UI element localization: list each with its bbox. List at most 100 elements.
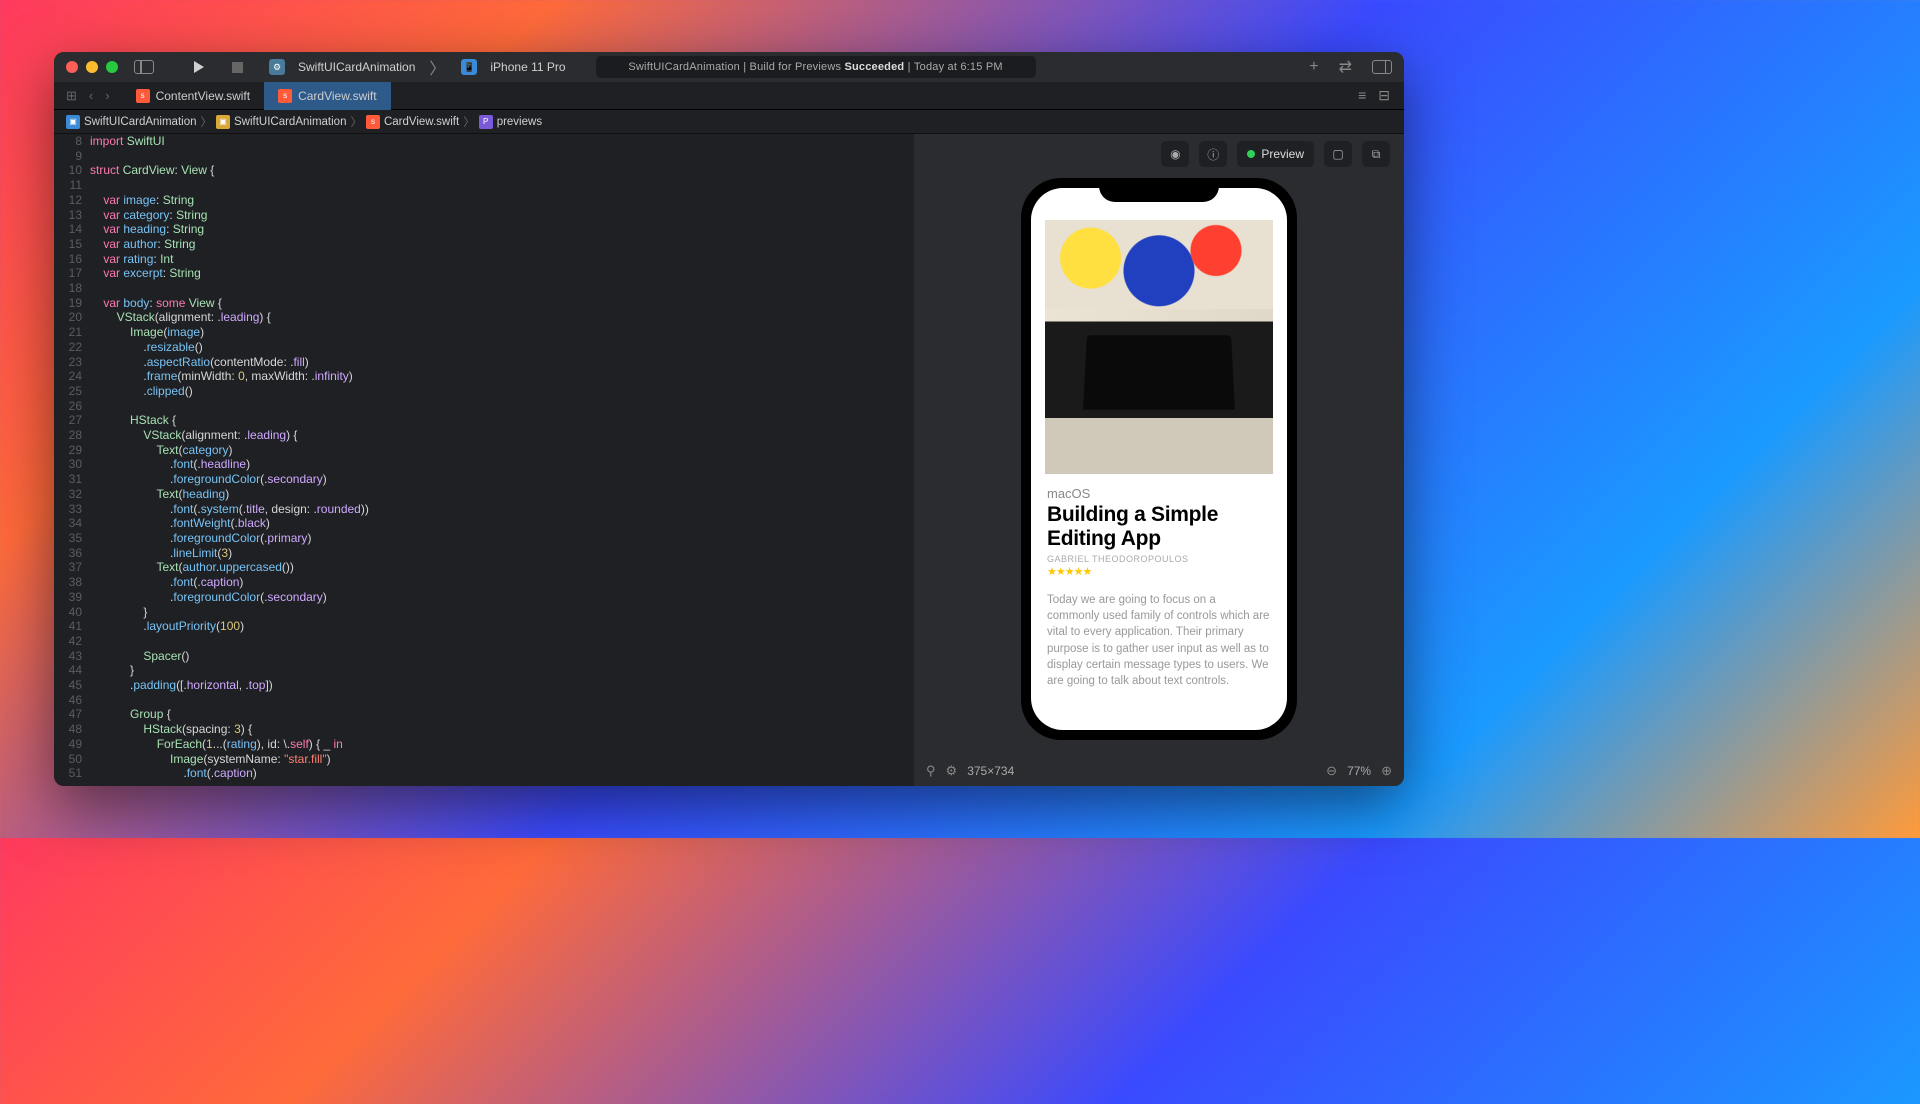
line-number: 18 [54, 281, 90, 296]
tab-contentview[interactable]: s ContentView.swift [122, 82, 265, 110]
code-line[interactable]: Group { [90, 707, 914, 722]
tab-cardview[interactable]: s CardView.swift [264, 82, 390, 110]
iphone-frame: macOS Building a Simple Editing App GABR… [1021, 178, 1297, 740]
breadcrumb-folder[interactable]: SwiftUICardAnimation [234, 116, 346, 128]
code-line[interactable]: var heading: String [90, 222, 914, 237]
breadcrumb-file[interactable]: CardView.swift [384, 116, 459, 128]
code-line[interactable]: .layoutPriority(100) [90, 619, 914, 634]
line-number: 19 [54, 296, 90, 311]
preview-panel: ◉ ⓘ Preview ▢ ⧉ macOS [914, 134, 1404, 786]
line-number: 13 [54, 208, 90, 223]
line-number: 46 [54, 693, 90, 708]
code-line[interactable]: } [90, 663, 914, 678]
run-button[interactable] [194, 61, 204, 73]
sidebar-toggle-icon[interactable] [134, 60, 154, 74]
zoom-in-icon[interactable]: ⊕ [1381, 763, 1392, 779]
add-icon[interactable]: + [1309, 58, 1318, 76]
code-line[interactable]: var rating: Int [90, 252, 914, 267]
card-rating-stars: ★★★★★ [1047, 565, 1271, 578]
code-line[interactable] [90, 693, 914, 708]
tab-label: ContentView.swift [156, 89, 251, 103]
code-line[interactable]: .font(.system(.title, design: .rounded)) [90, 502, 914, 517]
line-number: 45 [54, 678, 90, 693]
property-icon: P [479, 115, 493, 129]
code-line[interactable] [90, 149, 914, 164]
code-line[interactable]: .foregroundColor(.secondary) [90, 472, 914, 487]
code-line[interactable] [90, 634, 914, 649]
scheme-name[interactable]: SwiftUICardAnimation [298, 60, 415, 74]
code-line[interactable]: import SwiftUI [90, 134, 914, 149]
code-line[interactable]: var category: String [90, 208, 914, 223]
zoom-out-icon[interactable]: ⊖ [1326, 763, 1337, 779]
code-line[interactable]: .foregroundColor(.secondary) [90, 590, 914, 605]
code-line[interactable]: VStack(alignment: .leading) { [90, 310, 914, 325]
breadcrumb-project[interactable]: SwiftUICardAnimation [84, 116, 196, 128]
minimap-icon[interactable]: ≡ [1358, 87, 1366, 104]
device-icon: 📱 [461, 59, 477, 75]
code-line[interactable]: var image: String [90, 193, 914, 208]
adjust-editor-icon[interactable]: ⊟ [1378, 87, 1390, 104]
code-line[interactable]: Image(systemName: "star.fill") [90, 752, 914, 767]
breadcrumb-bar: ▣ SwiftUICardAnimation 〉 ▣ SwiftUICardAn… [54, 110, 1404, 134]
library-icon[interactable]: ⇄ [1339, 57, 1352, 77]
right-panel-toggle-icon[interactable] [1372, 60, 1392, 74]
duplicate-icon[interactable]: ⧉ [1362, 141, 1390, 167]
code-line[interactable]: .frame(minWidth: 0, maxWidth: .infinity) [90, 369, 914, 384]
line-number: 27 [54, 413, 90, 428]
code-line[interactable]: .font(.caption) [90, 766, 914, 781]
line-number: 14 [54, 222, 90, 237]
code-line[interactable]: Spacer() [90, 649, 914, 664]
code-line[interactable]: .foregroundColor(.primary) [90, 531, 914, 546]
breadcrumb-symbol[interactable]: previews [497, 116, 542, 128]
code-line[interactable]: .clipped() [90, 384, 914, 399]
live-preview-icon[interactable]: ◉ [1161, 141, 1189, 167]
pin-icon[interactable]: ⚲ [926, 763, 936, 779]
related-items-icon[interactable]: ⊞ [66, 88, 77, 104]
code-line[interactable]: .font(.caption) [90, 575, 914, 590]
code-line[interactable] [90, 178, 914, 193]
code-editor[interactable]: 8import SwiftUI9 10struct CardView: View… [54, 134, 914, 786]
inspect-icon[interactable]: ⓘ [1199, 141, 1227, 167]
code-line[interactable]: VStack(alignment: .leading) { [90, 428, 914, 443]
settings-icon[interactable]: ⚙ [946, 763, 958, 779]
code-line[interactable]: .lineLimit(3) [90, 546, 914, 561]
code-line[interactable]: Text(heading) [90, 487, 914, 502]
code-line[interactable]: .padding([.horizontal, .top]) [90, 678, 914, 693]
preview-canvas[interactable]: macOS Building a Simple Editing App GABR… [914, 174, 1404, 756]
close-button[interactable] [66, 61, 78, 73]
code-line[interactable]: Text(category) [90, 443, 914, 458]
code-line[interactable]: HStack(spacing: 3) { [90, 722, 914, 737]
code-line[interactable] [90, 281, 914, 296]
code-line[interactable]: } [90, 605, 914, 620]
code-line[interactable]: HStack { [90, 413, 914, 428]
code-line[interactable]: var excerpt: String [90, 266, 914, 281]
code-line[interactable]: Text(author.uppercased()) [90, 560, 914, 575]
nav-forward-icon[interactable]: › [105, 88, 109, 103]
code-line[interactable]: struct CardView: View { [90, 163, 914, 178]
code-line[interactable]: ForEach(1...(rating), id: \.self) { _ in [90, 737, 914, 752]
code-line[interactable]: Image(image) [90, 325, 914, 340]
code-line[interactable]: var author: String [90, 237, 914, 252]
device-settings-icon[interactable]: ▢ [1324, 141, 1352, 167]
code-line[interactable]: .resizable() [90, 340, 914, 355]
minimize-button[interactable] [86, 61, 98, 73]
build-status-bar[interactable]: SwiftUICardAnimation | Build for Preview… [596, 56, 1036, 78]
code-line[interactable] [90, 399, 914, 414]
line-number: 12 [54, 193, 90, 208]
folder-icon: ▣ [216, 115, 230, 129]
preview-label: Preview [1261, 147, 1304, 161]
preview-footer: ⚲ ⚙ 375×734 ⊖ 77% ⊕ [914, 756, 1404, 786]
stop-button[interactable] [232, 62, 243, 73]
code-line[interactable]: var body: some View { [90, 296, 914, 311]
line-number: 26 [54, 399, 90, 414]
nav-back-icon[interactable]: ‹ [89, 88, 93, 103]
code-line[interactable]: .font(.headline) [90, 457, 914, 472]
card-category: macOS [1047, 486, 1271, 501]
device-name[interactable]: iPhone 11 Pro [490, 60, 565, 74]
scheme-app-icon: ⚙ [269, 59, 285, 75]
line-number: 32 [54, 487, 90, 502]
preview-mode-button[interactable]: Preview [1237, 141, 1314, 167]
code-line[interactable]: .aspectRatio(contentMode: .fill) [90, 355, 914, 370]
code-line[interactable]: .fontWeight(.black) [90, 516, 914, 531]
maximize-button[interactable] [106, 61, 118, 73]
